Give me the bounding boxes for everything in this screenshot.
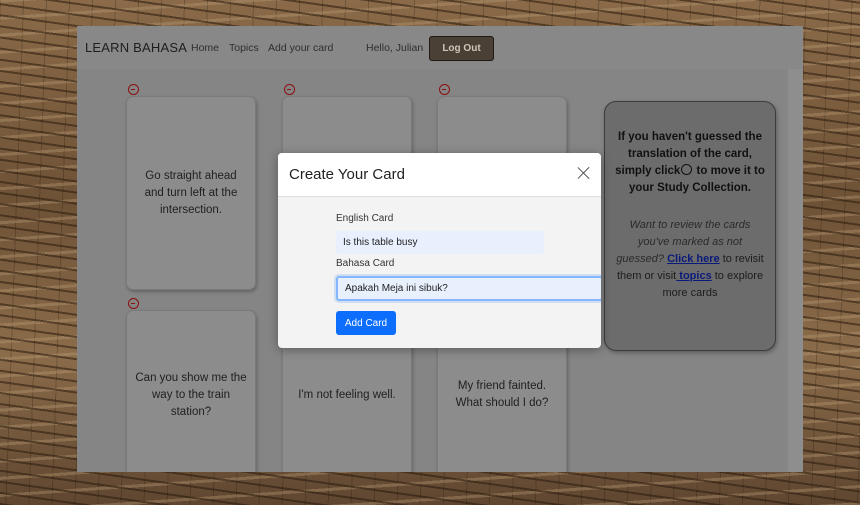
remove-card-icon[interactable]: [284, 84, 295, 95]
card-text: My friend fainted. What should I do?: [455, 380, 549, 409]
brand-logo[interactable]: LEARN BAHASA: [85, 40, 187, 55]
frown-face-icon: [681, 164, 693, 175]
bahasa-card-label: Bahasa Card: [336, 258, 395, 269]
topics-link[interactable]: topics: [676, 270, 711, 282]
flash-card[interactable]: Can you show me the way to the train sta…: [126, 310, 256, 472]
click-here-link[interactable]: Click here: [667, 253, 720, 265]
english-card-label: English Card: [336, 213, 394, 224]
study-info-panel: If you haven't guessed the translation o…: [604, 101, 776, 351]
scroll-track: [788, 69, 803, 472]
user-greeting: Hello, Julian: [366, 42, 424, 54]
add-card-button[interactable]: Add Card: [336, 311, 396, 335]
remove-card-icon[interactable]: [128, 298, 139, 309]
remove-card-icon[interactable]: [128, 84, 139, 95]
navbar: LEARN BAHASA Home Topics Add your card H…: [77, 26, 803, 69]
nav-topics[interactable]: Topics: [229, 42, 259, 54]
remove-card-icon[interactable]: [439, 84, 450, 95]
card-text: Can you show me the way to the train sta…: [135, 371, 247, 418]
card-text: I'm not feeling well.: [298, 388, 396, 401]
modal-header: Create Your Card: [278, 153, 601, 197]
info-body: Want to review the cards you've marked a…: [615, 217, 765, 302]
modal-title: Create Your Card: [289, 166, 405, 183]
logout-button[interactable]: Log Out: [429, 36, 494, 61]
flash-card[interactable]: Go straight ahead and turn left at the i…: [126, 96, 256, 290]
info-heading: If you haven't guessed the translation o…: [615, 129, 765, 197]
english-card-input[interactable]: [336, 231, 544, 254]
close-icon[interactable]: [577, 166, 591, 180]
nav-add-card[interactable]: Add your card: [268, 42, 333, 54]
bahasa-card-input[interactable]: [336, 276, 601, 301]
create-card-modal: Create Your Card English Card Bahasa Car…: [278, 153, 601, 348]
card-text: Go straight ahead and turn left at the i…: [144, 169, 238, 216]
nav-home[interactable]: Home: [191, 42, 219, 54]
